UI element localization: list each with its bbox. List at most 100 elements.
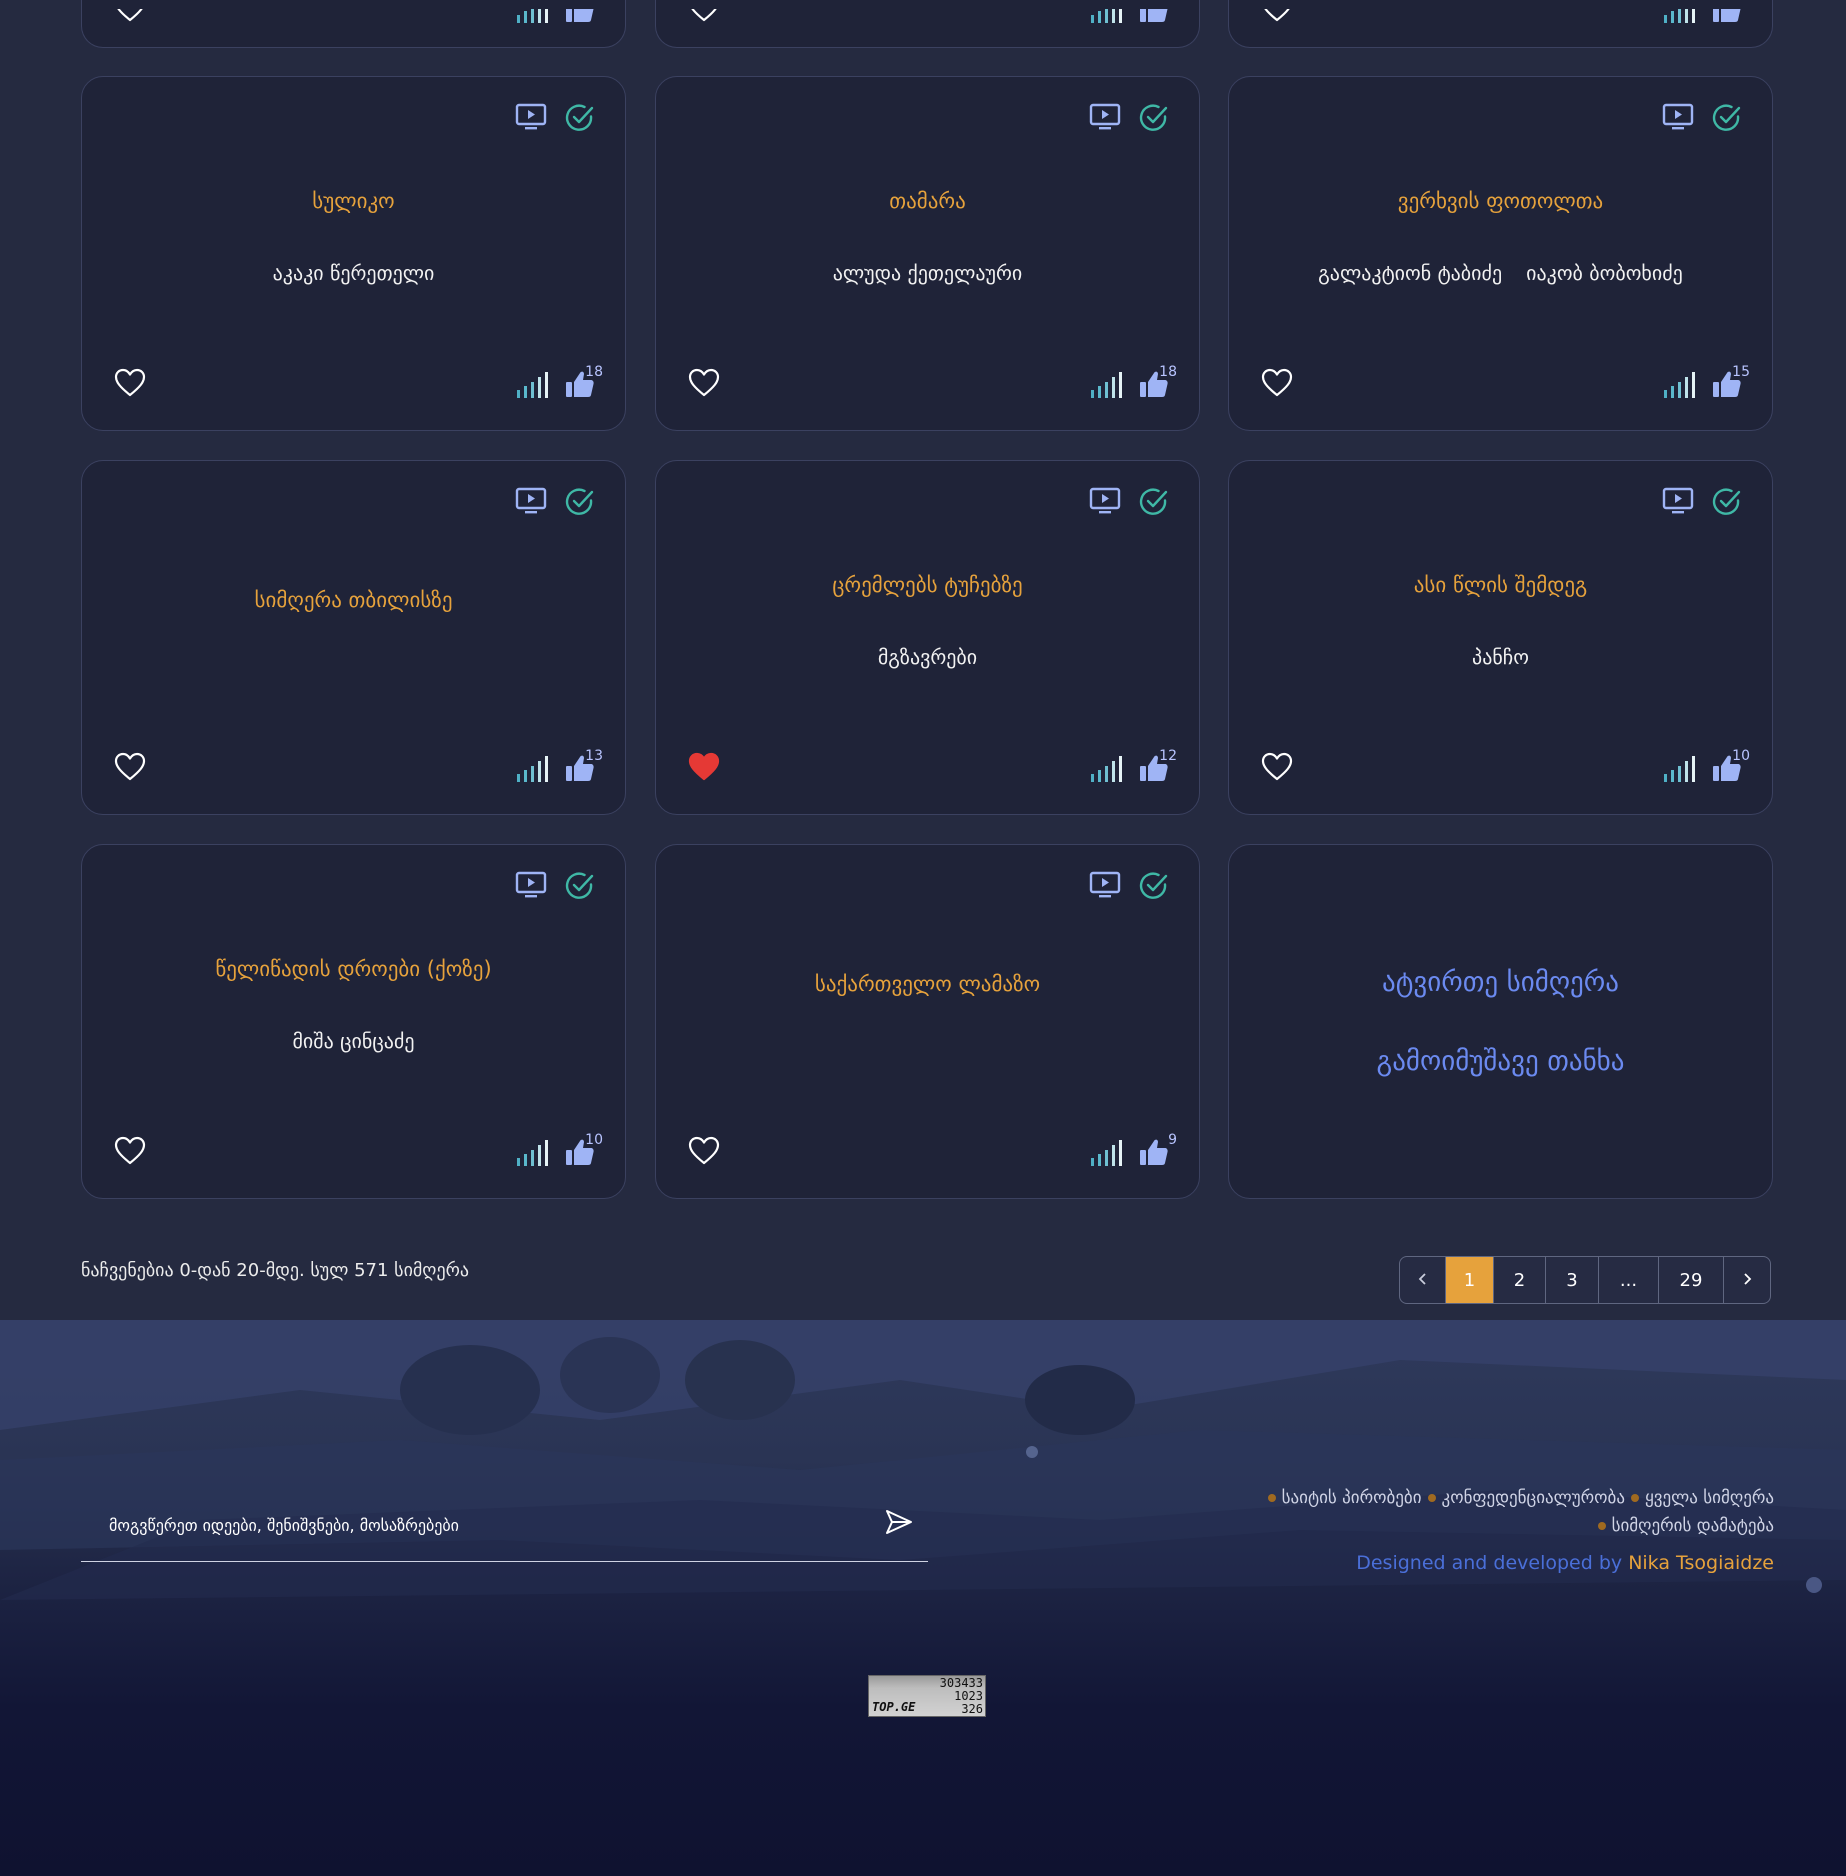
next-page-button[interactable] bbox=[1724, 1257, 1770, 1303]
chevron-left-icon bbox=[1416, 1270, 1430, 1291]
like-count: 10 bbox=[585, 1132, 603, 1148]
signal-bars-icon bbox=[1664, 372, 1700, 402]
signal-bars-icon bbox=[1091, 1140, 1127, 1170]
heart-icon[interactable] bbox=[688, 1136, 720, 1170]
send-icon[interactable] bbox=[884, 1507, 914, 1541]
feedback-form bbox=[81, 1489, 928, 1562]
card-stats bbox=[1091, 370, 1169, 402]
song-card[interactable]: ცრემლებს ტუჩებზე მგზავრები 12 bbox=[655, 460, 1200, 815]
counter-online: 326 bbox=[961, 1702, 983, 1716]
page-2-button[interactable]: 2 bbox=[1494, 1257, 1546, 1303]
footer-link[interactable]: სიმღერის დამატება bbox=[1597, 1516, 1774, 1536]
song-card[interactable]: საქართველო ლამაზო 9 bbox=[655, 844, 1200, 1199]
card-artists: პანჩო bbox=[1229, 645, 1772, 669]
song-title[interactable]: ასი წლის შემდეგ bbox=[1229, 573, 1772, 597]
song-title[interactable]: ვერხვის ფოთოლთა bbox=[1229, 189, 1772, 213]
song-title[interactable]: ცრემლებს ტუჩებზე bbox=[656, 573, 1199, 597]
song-card[interactable]: ასი წლის შემდეგ პანჩო 10 bbox=[1228, 460, 1773, 815]
signal-bars-icon bbox=[1664, 9, 1700, 27]
artist-link[interactable]: იაკობ ბობოხიძე bbox=[1526, 261, 1683, 285]
like-count: 13 bbox=[585, 748, 603, 764]
top-ge-counter[interactable]: 303433 1023 326 TOP.GE bbox=[868, 1675, 986, 1717]
thumbs-up-icon[interactable] bbox=[565, 9, 595, 27]
footer-landscape-illustration bbox=[0, 1320, 1846, 1600]
heart-icon[interactable] bbox=[114, 9, 146, 27]
earn-money-link[interactable]: გამოიმუშავე თანხა bbox=[1377, 1046, 1625, 1077]
card-artists: მგზავრები bbox=[656, 645, 1199, 669]
video-icon[interactable] bbox=[515, 871, 547, 901]
song-card[interactable]: სიმღერა თბილისზე 13 bbox=[81, 460, 626, 815]
heart-icon[interactable] bbox=[1261, 9, 1293, 27]
video-icon[interactable] bbox=[1662, 103, 1694, 133]
page-29-button[interactable]: 29 bbox=[1659, 1257, 1724, 1303]
heart-icon[interactable] bbox=[114, 368, 146, 402]
heart-icon[interactable] bbox=[688, 368, 720, 402]
verified-check-icon bbox=[1139, 487, 1169, 517]
video-icon[interactable] bbox=[1089, 103, 1121, 133]
video-icon[interactable] bbox=[515, 103, 547, 133]
artist-link[interactable]: გალაკტიონ ტაბიძე bbox=[1318, 261, 1502, 285]
verified-check-icon bbox=[1712, 487, 1742, 517]
song-card[interactable]: ვერხვის ფოთოლთა გალაკტიონ ტაბიძე იაკობ ბობ… bbox=[1228, 76, 1773, 431]
bullet-dot-icon bbox=[1427, 1494, 1436, 1502]
song-card[interactable]: თამარა ალუდა ქეთელაური 18 bbox=[655, 76, 1200, 431]
verified-check-icon bbox=[565, 871, 595, 901]
heart-icon[interactable] bbox=[1261, 368, 1293, 402]
like-count: 10 bbox=[1732, 748, 1750, 764]
song-title[interactable]: საქართველო ლამაზო bbox=[656, 972, 1199, 996]
song-card[interactable]: სულიკო აკაკი წერეთელი 18 bbox=[81, 76, 626, 431]
bullet-dot-icon bbox=[1630, 1494, 1639, 1502]
card-badges bbox=[1089, 487, 1169, 517]
song-card-partial[interactable] bbox=[81, 0, 626, 48]
artist-link[interactable]: აკაკი წერეთელი bbox=[273, 261, 435, 285]
signal-bars-icon bbox=[517, 9, 553, 27]
song-card[interactable]: წელიწადის დროები (ქოზე) მიშა ცინცაძე 10 bbox=[81, 844, 626, 1199]
verified-check-icon bbox=[1712, 103, 1742, 133]
video-icon[interactable] bbox=[515, 487, 547, 517]
card-stats bbox=[1664, 9, 1742, 27]
card-badges bbox=[515, 871, 595, 901]
like-count: 15 bbox=[1732, 364, 1750, 380]
upload-song-link[interactable]: ატვირთე სიმღერა bbox=[1382, 967, 1619, 998]
footer-link[interactable]: კონფედენციალურობა bbox=[1427, 1488, 1625, 1508]
heart-icon[interactable] bbox=[114, 752, 146, 786]
heart-filled-icon[interactable] bbox=[688, 752, 720, 786]
pagination: 1 2 3... 29 bbox=[1399, 1256, 1771, 1304]
song-card-partial[interactable] bbox=[1228, 0, 1773, 48]
page-1-button[interactable]: 1 bbox=[1446, 1257, 1494, 1303]
footer-link-label: საიტის პირობები bbox=[1281, 1488, 1422, 1508]
signal-bars-icon bbox=[517, 1140, 553, 1170]
credit-author-link[interactable]: Nika Tsogiaidze bbox=[1628, 1552, 1774, 1574]
song-title[interactable]: წელიწადის დროები (ქოზე) bbox=[82, 957, 625, 981]
signal-bars-icon bbox=[517, 372, 553, 402]
artist-link[interactable]: პანჩო bbox=[1472, 645, 1529, 669]
song-title[interactable]: თამარა bbox=[656, 189, 1199, 213]
video-icon[interactable] bbox=[1089, 871, 1121, 901]
verified-check-icon bbox=[565, 103, 595, 133]
heart-icon[interactable] bbox=[1261, 752, 1293, 786]
prev-page-button[interactable] bbox=[1400, 1257, 1446, 1303]
heart-icon[interactable] bbox=[114, 1136, 146, 1170]
song-card-partial[interactable] bbox=[655, 0, 1200, 48]
video-icon[interactable] bbox=[1662, 487, 1694, 517]
artist-link[interactable]: მიშა ცინცაძე bbox=[292, 1029, 414, 1053]
card-badges bbox=[1662, 487, 1742, 517]
feedback-input[interactable] bbox=[107, 1509, 851, 1541]
song-title[interactable]: სიმღერა თბილისზე bbox=[82, 588, 625, 612]
thumbs-up-icon[interactable] bbox=[1139, 1138, 1169, 1170]
footer-link[interactable]: ყველა სიმღერა bbox=[1630, 1488, 1774, 1508]
footer-link[interactable]: საიტის პირობები bbox=[1267, 1488, 1422, 1508]
artist-link[interactable]: ალუდა ქეთელაური bbox=[833, 261, 1023, 285]
thumbs-up-icon[interactable] bbox=[1712, 9, 1742, 27]
results-status: ნაჩვენებია 0-დან 20-მდე. სულ 571 სიმღერა bbox=[81, 1260, 470, 1281]
thumbs-up-icon[interactable] bbox=[1139, 9, 1169, 27]
card-artists: გალაკტიონ ტაბიძე იაკობ ბობოხიძე bbox=[1229, 261, 1772, 285]
like-count: 9 bbox=[1168, 1132, 1177, 1148]
like-count: 18 bbox=[585, 364, 603, 380]
video-icon[interactable] bbox=[1089, 487, 1121, 517]
artist-link[interactable]: მგზავრები bbox=[878, 645, 977, 669]
verified-check-icon bbox=[565, 487, 595, 517]
song-title[interactable]: სულიკო bbox=[82, 189, 625, 213]
page-3-button[interactable]: 3 bbox=[1546, 1257, 1599, 1303]
heart-icon[interactable] bbox=[688, 9, 720, 27]
